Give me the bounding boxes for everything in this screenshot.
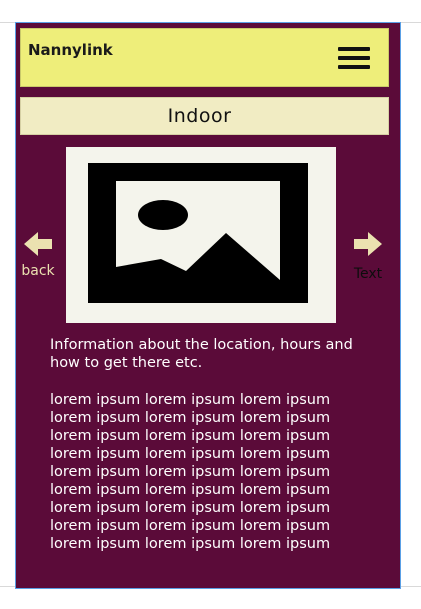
section-header: Indoor — [20, 97, 389, 135]
arrow-right-icon — [354, 232, 382, 256]
next-button[interactable]: Text — [348, 230, 388, 282]
location-info: Information about the location, hours an… — [50, 337, 353, 371]
next-label: Text — [353, 266, 383, 282]
app-frame: Nannylink Indoor back Text Information a… — [15, 22, 401, 589]
hamburger-menu-icon[interactable] — [338, 47, 370, 71]
image-placeholder-icon — [88, 163, 308, 303]
description-text: lorem ipsum lorem ipsum lorem ipsum lore… — [50, 392, 331, 552]
back-label: back — [21, 263, 55, 279]
app-title: Nannylink — [28, 41, 113, 59]
app-header: Nannylink — [20, 28, 389, 87]
back-button[interactable]: back — [16, 230, 60, 279]
arrow-left-icon — [24, 232, 52, 256]
location-image — [66, 147, 336, 323]
section-title: Indoor — [167, 105, 232, 127]
